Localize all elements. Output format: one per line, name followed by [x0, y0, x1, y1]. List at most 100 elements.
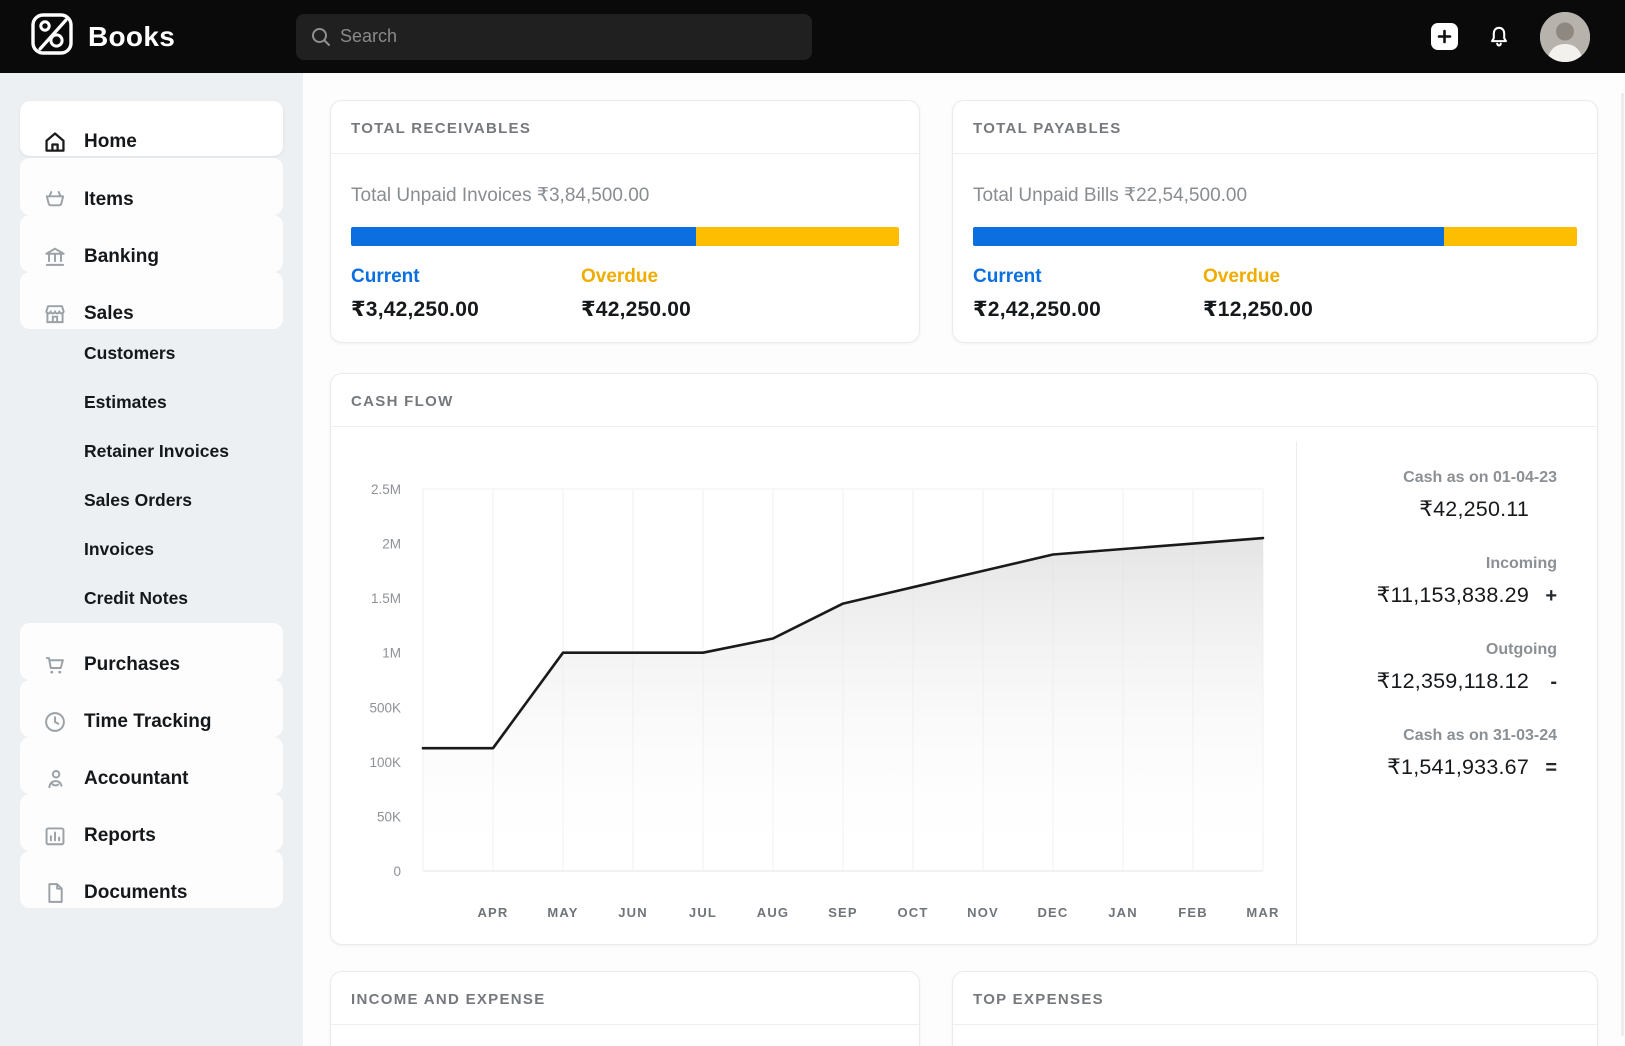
sidebar-item-label: Retainer Invoices: [84, 441, 229, 462]
svg-text:MAR: MAR: [1246, 905, 1278, 920]
main-content: TOTAL RECEIVABLES Total Unpaid Invoices …: [303, 73, 1625, 1046]
payables-overdue-amount: ₹12,250.00: [1203, 297, 1577, 322]
svg-text:2.5M: 2.5M: [371, 482, 401, 497]
payables-progress-bar: [973, 227, 1577, 246]
topbar: Books: [0, 0, 1625, 73]
receivables-overdue-label: Overdue: [581, 266, 899, 288]
payables-current-segment: [973, 227, 1444, 246]
bank-icon: [42, 244, 68, 270]
cash-flow-summary-value: ₹42,250.11: [1419, 497, 1529, 522]
payables-overdue-label: Overdue: [1203, 266, 1577, 288]
user-avatar[interactable]: [1540, 12, 1590, 62]
svg-text:SEP: SEP: [828, 905, 858, 920]
cash-flow-summary-value: ₹1,541,933.67: [1387, 755, 1529, 780]
search-input[interactable]: [296, 14, 812, 60]
receivables-card-title: TOTAL RECEIVABLES: [331, 101, 919, 154]
sidebar-item-label: Sales Orders: [84, 490, 192, 511]
cash-flow-summary-row: Cash as on 31-03-24 ₹1,541,933.67=: [1297, 727, 1557, 780]
top-expenses-card: TOP EXPENSES: [952, 971, 1598, 1046]
document-icon: [42, 880, 68, 906]
payables-summary: Total Unpaid Bills ₹22,54,500.00: [973, 184, 1577, 207]
svg-text:JAN: JAN: [1108, 905, 1138, 920]
sidebar-item-home[interactable]: Home: [20, 101, 283, 156]
payables-overdue-segment: [1444, 227, 1577, 246]
cash-flow-summary-value: ₹12,359,118.12: [1377, 669, 1529, 694]
receivables-current-segment: [351, 227, 696, 246]
svg-text:100K: 100K: [369, 755, 401, 770]
cash-flow-summary-row: Outgoing ₹12,359,118.12-: [1297, 641, 1557, 694]
svg-text:JUL: JUL: [689, 905, 717, 920]
brand: Books: [30, 12, 296, 61]
sidebar-item-accountant[interactable]: Accountant: [20, 737, 283, 794]
sidebar-item-label: Banking: [84, 246, 159, 268]
cash-flow-chart-area: 050K100K500K1M1.5M2M2.5MAPRMAYJUNJULAUGS…: [331, 427, 1296, 944]
person-icon: [42, 766, 68, 792]
sidebar-item-retainer-invoices[interactable]: Retainer Invoices: [20, 427, 283, 476]
app-title: Books: [88, 21, 175, 53]
svg-text:JUN: JUN: [618, 905, 648, 920]
top-expenses-title: TOP EXPENSES: [953, 972, 1597, 1025]
svg-text:1.5M: 1.5M: [371, 591, 401, 606]
search-icon: [310, 26, 332, 48]
sidebar-item-items[interactable]: Items: [20, 158, 283, 215]
svg-text:1M: 1M: [382, 646, 401, 661]
svg-text:FEB: FEB: [1178, 905, 1208, 920]
cash-flow-summary-row: Incoming₹11,153,838.29+: [1297, 555, 1557, 608]
sidebar-item-customers[interactable]: Customers: [20, 329, 283, 378]
clock-icon: [42, 709, 68, 735]
sidebar-item-label: Home: [84, 131, 137, 153]
total-receivables-card: TOTAL RECEIVABLES Total Unpaid Invoices …: [330, 100, 920, 343]
sidebar-item-label: Accountant: [84, 768, 189, 790]
cash-flow-summary-sign: -: [1529, 671, 1557, 694]
cash-flow-summary-label: Outgoing: [1297, 641, 1557, 659]
cash-flow-summary-label: Cash as on 31-03-24: [1297, 727, 1557, 745]
receivables-progress-bar: [351, 227, 899, 246]
cash-flow-summary-sign: +: [1529, 585, 1557, 608]
svg-text:50K: 50K: [377, 809, 401, 824]
store-icon: [42, 301, 68, 327]
sidebar-item-label: Reports: [84, 825, 156, 847]
sidebar-item-credit-notes[interactable]: Credit Notes: [20, 574, 283, 623]
search-bar: [296, 14, 812, 60]
svg-text:OCT: OCT: [897, 905, 928, 920]
quick-create-button[interactable]: [1431, 23, 1458, 50]
sidebar-item-label: Time Tracking: [84, 711, 211, 733]
income-and-expense-card: INCOME AND EXPENSE: [330, 971, 920, 1046]
sidebar-item-label: Documents: [84, 882, 187, 904]
receivables-summary: Total Unpaid Invoices ₹3,84,500.00: [351, 184, 899, 207]
receivables-overdue-amount: ₹42,250.00: [581, 297, 899, 322]
income-and-expense-title: INCOME AND EXPENSE: [331, 972, 919, 1025]
receivables-current-label: Current: [351, 266, 581, 288]
sidebar-item-label: Items: [84, 189, 134, 211]
cart-icon: [42, 652, 68, 678]
books-logo-icon: [30, 12, 74, 61]
cash-flow-summary-panel: Cash as on 01-04-23₹42,250.11Incoming₹11…: [1296, 441, 1597, 944]
total-payables-card: TOTAL PAYABLES Total Unpaid Bills ₹22,54…: [952, 100, 1598, 343]
svg-text:MAY: MAY: [547, 905, 578, 920]
notifications-bell-icon[interactable]: [1486, 24, 1512, 50]
sidebar-item-reports[interactable]: Reports: [20, 794, 283, 851]
cash-flow-card-title: CASH FLOW: [331, 374, 1597, 427]
sidebar-item-estimates[interactable]: Estimates: [20, 378, 283, 427]
svg-text:2M: 2M: [382, 537, 401, 552]
payables-card-title: TOTAL PAYABLES: [953, 101, 1597, 154]
sidebar-item-documents[interactable]: Documents: [20, 851, 283, 908]
sidebar-item-invoices[interactable]: Invoices: [20, 525, 283, 574]
sidebar-item-banking[interactable]: Banking: [20, 215, 283, 272]
bar-chart-icon: [42, 823, 68, 849]
sidebar: Home Items Banking SalesCustomersEstimates R…: [0, 73, 303, 1046]
sidebar-item-label: Invoices: [84, 539, 154, 560]
cash-flow-summary-sign: =: [1529, 757, 1557, 780]
sidebar-item-sales[interactable]: Sales: [20, 272, 283, 329]
sidebar-item-sales-orders[interactable]: Sales Orders: [20, 476, 283, 525]
cash-flow-summary-value: ₹11,153,838.29: [1377, 583, 1529, 608]
cash-flow-card: CASH FLOW 050K100K500K1M1.5M2M2.5MAPRMAY…: [330, 373, 1598, 945]
sidebar-nav: Home Items Banking SalesCustomersEstimates R…: [20, 101, 283, 908]
sidebar-item-purchases[interactable]: Purchases: [20, 623, 283, 680]
svg-text:0: 0: [393, 864, 401, 879]
sidebar-item-label: Purchases: [84, 654, 180, 676]
sidebar-item-time-tracking[interactable]: Time Tracking: [20, 680, 283, 737]
scrollbar[interactable]: [1621, 93, 1624, 1036]
receivables-overdue-segment: [696, 227, 899, 246]
cash-flow-chart: 050K100K500K1M1.5M2M2.5MAPRMAYJUNJULAUGS…: [343, 467, 1278, 937]
